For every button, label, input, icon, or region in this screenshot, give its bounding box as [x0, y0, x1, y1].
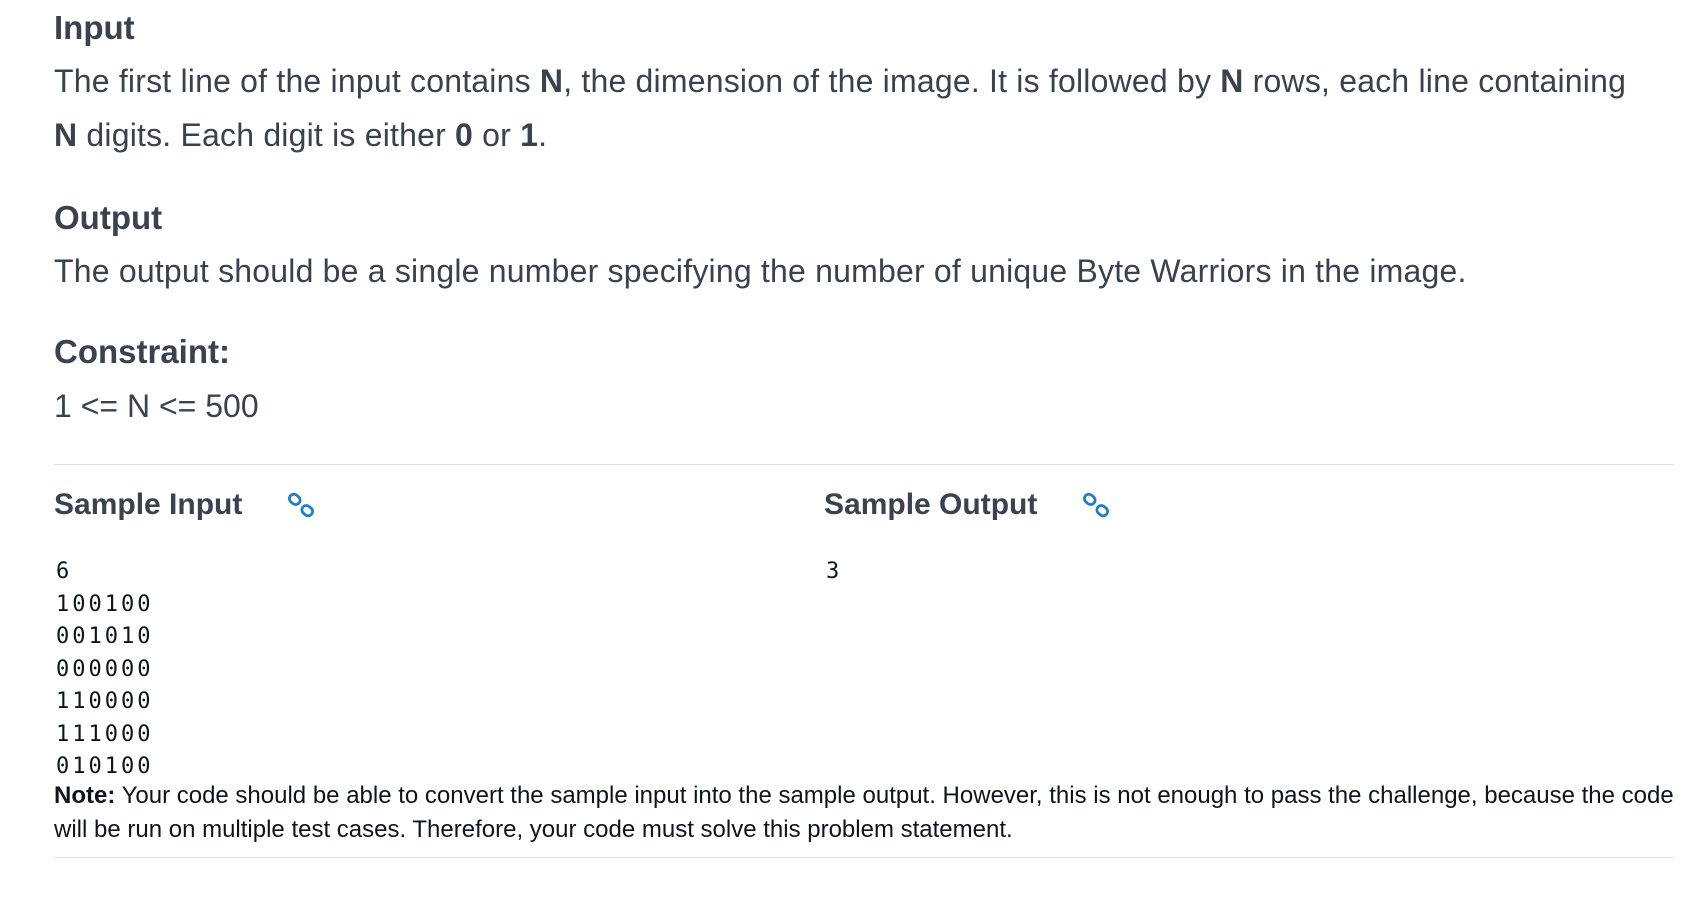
link-icon[interactable]: [286, 490, 316, 520]
code-line: 001010: [56, 624, 154, 649]
code-line: 110000: [56, 689, 154, 714]
divider-bottom: [54, 857, 1674, 858]
output-heading: Output: [54, 199, 163, 236]
input-section: Input The first line of the input contai…: [54, 0, 1674, 162]
sample-input-code: 6 100100 001010 000000 110000 111000 010100: [56, 556, 316, 784]
samples-area: Sample Input 6 100100 001010 000000 110000 11…: [54, 485, 1674, 785]
code-line: 000000: [56, 656, 154, 682]
problem-statement: Input The first line of the input contai…: [54, 0, 1674, 858]
code-line: 3: [826, 559, 843, 584]
constraint-value: 1 <= N <= 500: [54, 388, 259, 424]
sample-input-title: Sample Input: [54, 488, 243, 521]
code-line: 100100: [56, 591, 154, 617]
code-line: 6: [56, 559, 73, 584]
sample-output-title: Sample Output: [824, 488, 1038, 521]
output-section: Output The output should be a single num…: [54, 198, 1674, 298]
code-line: 010100: [56, 754, 154, 779]
note-text: Your code should be able to convert the …: [54, 782, 1674, 843]
code-line: 111000: [56, 721, 154, 747]
note-label: Note:: [54, 782, 116, 809]
constraint-section: Constraint: 1 <= N <= 500: [54, 332, 1674, 426]
input-description: The first line of the input contains N, …: [54, 63, 1627, 153]
constraint-heading: Constraint:: [54, 333, 230, 370]
sample-output-block: Sample Output 3: [824, 485, 1111, 589]
divider-top: [54, 464, 1674, 465]
output-description: The output should be a single number spe…: [54, 253, 1467, 289]
sample-output-code: 3: [826, 556, 1111, 589]
note: Note: Your code should be able to conver…: [54, 779, 1674, 847]
sample-input-block: Sample Input 6 100100 001010 000000 110000 11…: [54, 485, 316, 784]
input-heading: Input: [54, 9, 135, 46]
link-icon[interactable]: [1081, 490, 1111, 520]
